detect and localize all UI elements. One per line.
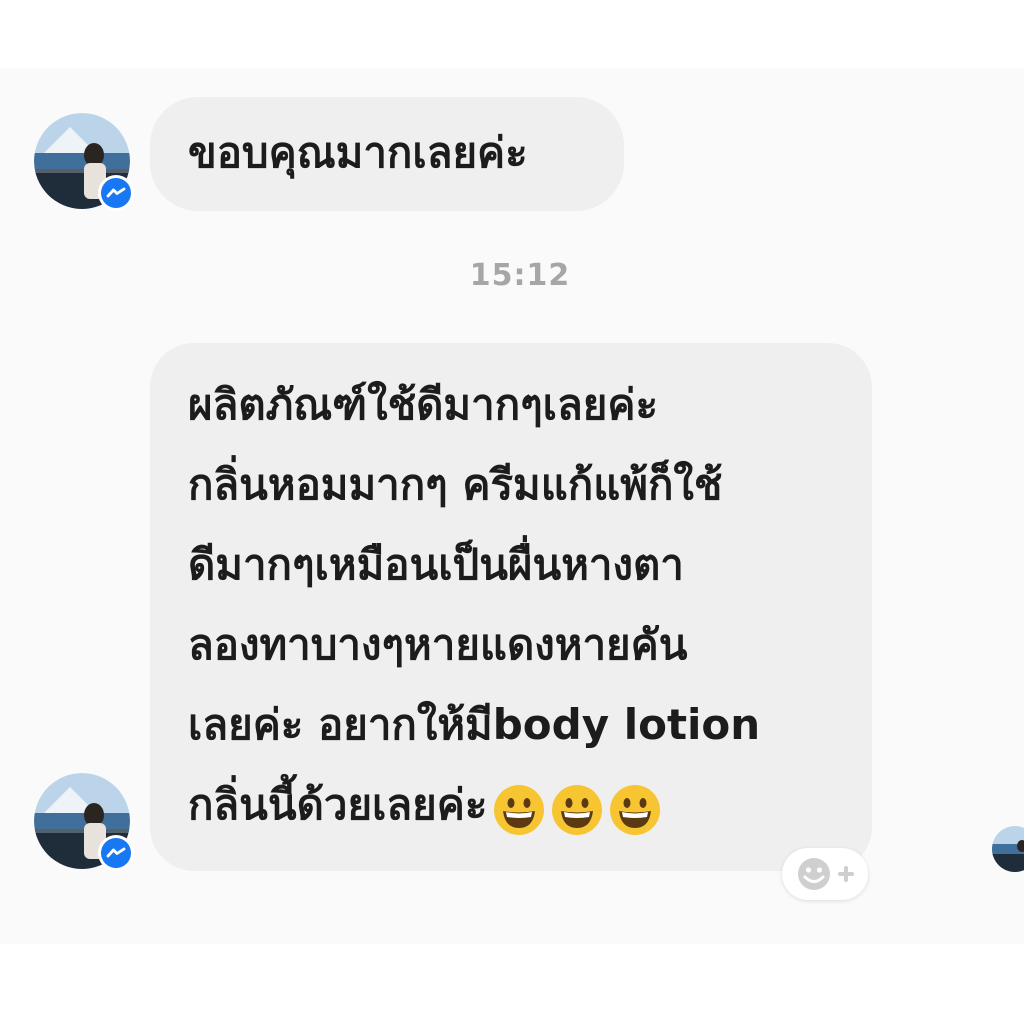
emoji-row bbox=[493, 768, 667, 848]
message-text-line-last: กลิ่นนี้ด้วยเลยค่ะ bbox=[188, 765, 852, 848]
message-text-line: กลิ่นนี้ด้วยเลยค่ะ bbox=[188, 780, 488, 829]
message-bubble[interactable]: ขอบคุณมากเลยค่ะ bbox=[150, 97, 624, 211]
sender-avatar[interactable] bbox=[34, 773, 134, 871]
messenger-icon bbox=[101, 838, 131, 868]
message-text: ขอบคุณมากเลยค่ะ bbox=[188, 128, 528, 177]
message-text-line: ดีมากๆเหมือนเป็นผื่นหางตา bbox=[188, 540, 684, 589]
add-reaction-icon bbox=[798, 858, 854, 890]
grinning-face-icon bbox=[551, 784, 603, 836]
message-bubble[interactable]: ผลิตภัณฑ์ใช้ดีมากๆเลยค่ะ กลิ่นหอมมากๆ คร… bbox=[150, 343, 872, 871]
grinning-face-icon bbox=[609, 784, 661, 836]
message-text-line: เลยค่ะ อยากให้มีbody lotion bbox=[188, 700, 761, 749]
messenger-badge bbox=[98, 835, 134, 871]
messenger-badge bbox=[98, 175, 134, 211]
message-text-line: กลิ่นหอมมากๆ ครีมแก้แพ้ก็ใช้ bbox=[188, 460, 723, 509]
sender-avatar[interactable] bbox=[34, 113, 134, 211]
message-text-line: ลองทาบางๆหายแดงหายคัน bbox=[188, 620, 688, 669]
message-timestamp: 15:12 bbox=[469, 258, 571, 293]
grinning-face-icon bbox=[493, 784, 545, 836]
message-text-line: ผลิตภัณฑ์ใช้ดีมากๆเลยค่ะ bbox=[188, 380, 659, 429]
messenger-icon bbox=[101, 178, 131, 208]
add-reaction-button[interactable] bbox=[782, 848, 868, 900]
